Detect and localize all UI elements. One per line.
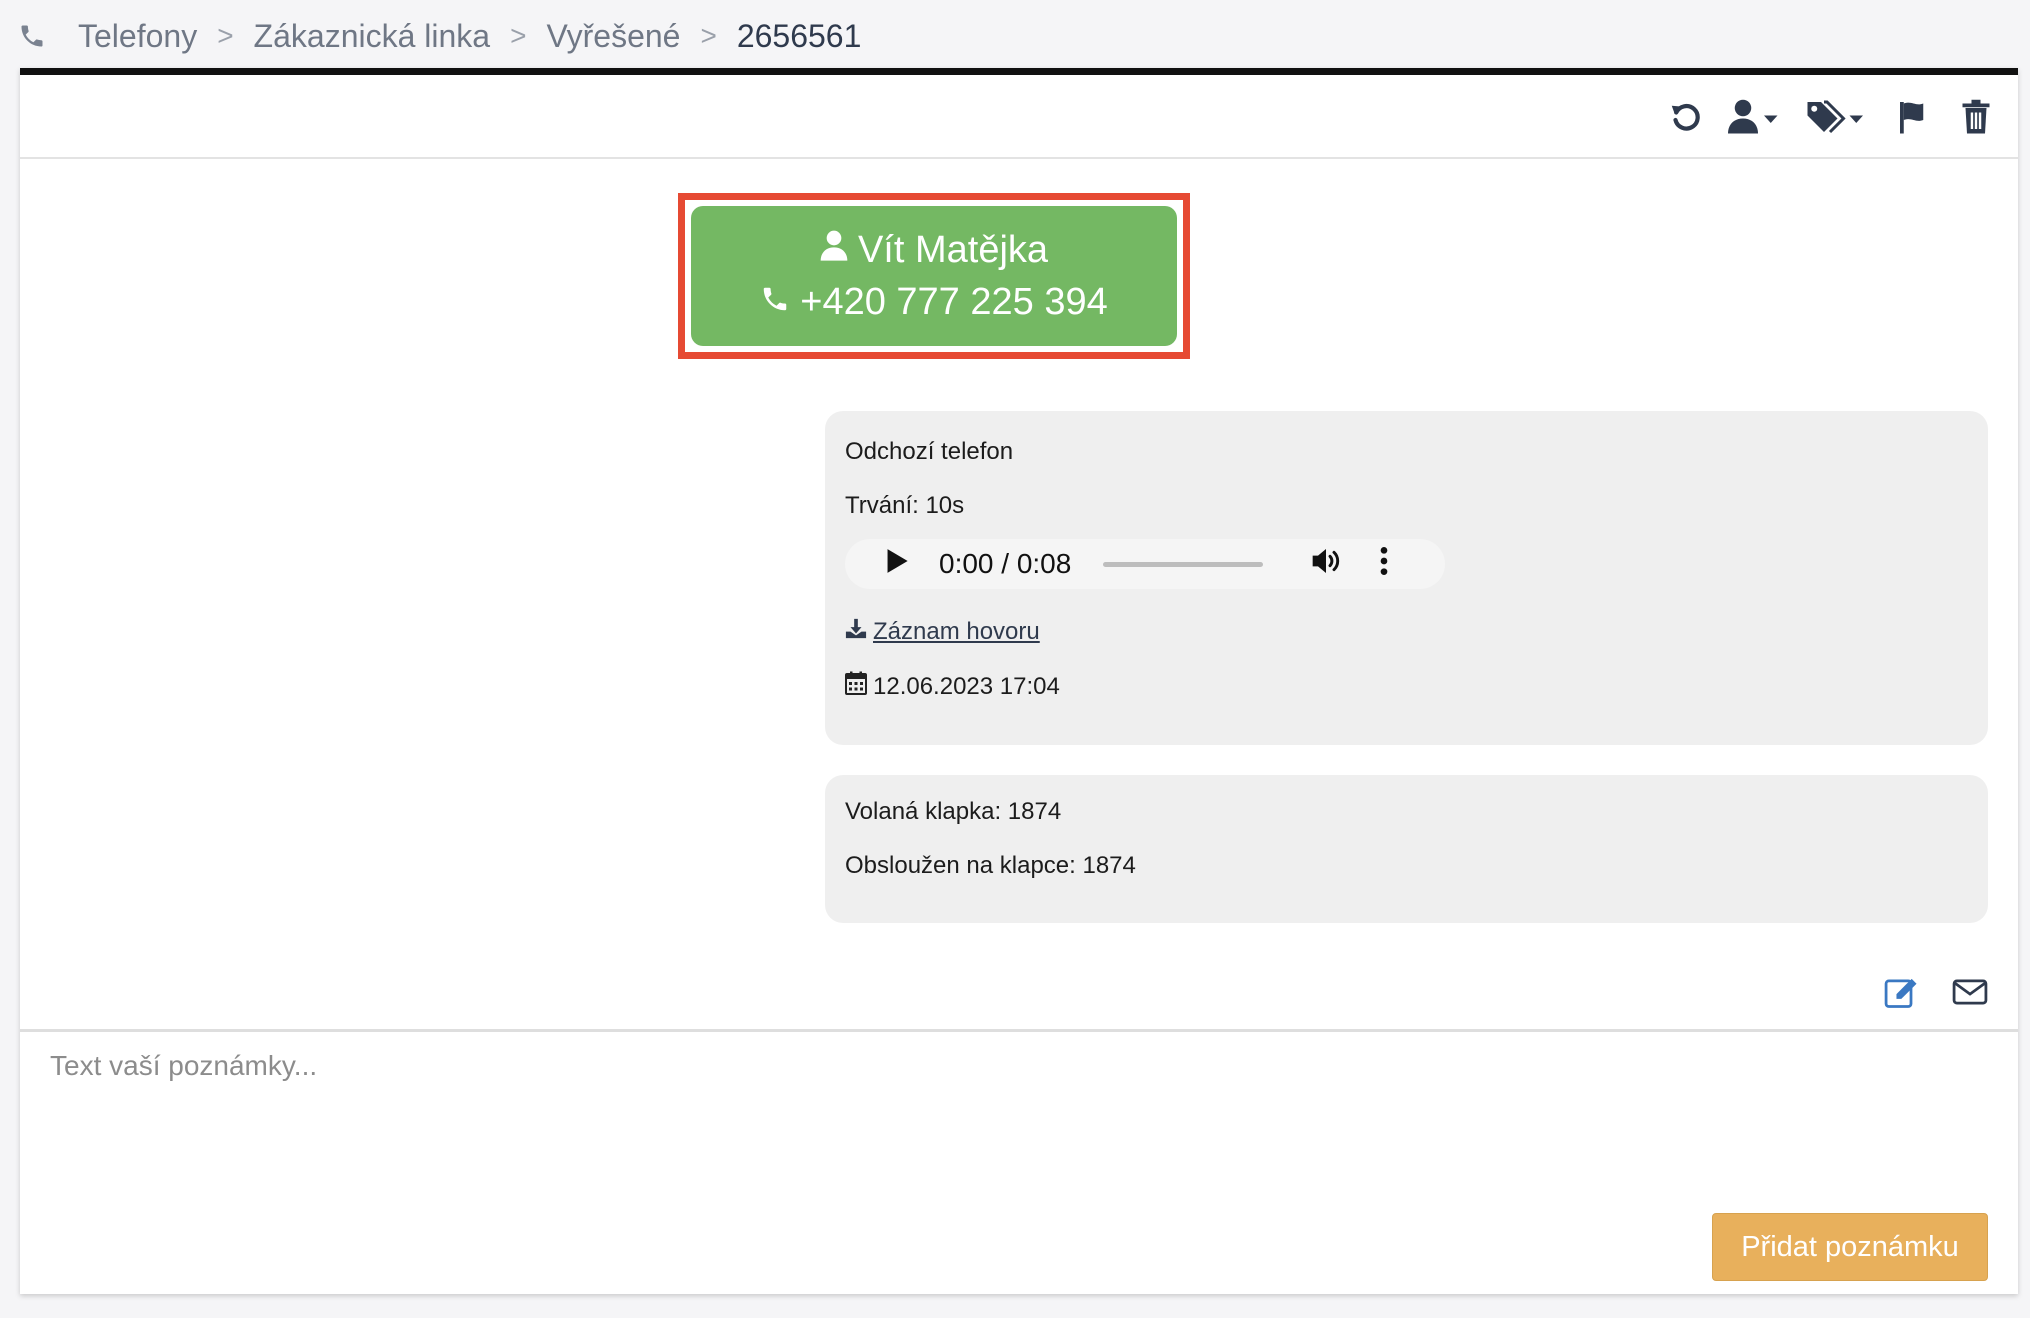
- contact-name: Vít Matějka: [857, 229, 1049, 271]
- call-duration: Trvání: 10s: [845, 492, 965, 519]
- tags-dropdown[interactable]: [1806, 97, 1866, 137]
- call-datetime-row: 12.06.2023 17:04: [845, 671, 1060, 702]
- add-note-button[interactable]: Přidat poznámku: [1712, 1213, 1988, 1281]
- envelope-icon: [1952, 979, 1988, 1013]
- tags-icon: [1806, 99, 1866, 135]
- extension-info-card: Volaná klapka: 1874 Obsloužen na klapce:…: [825, 775, 1988, 923]
- note-input[interactable]: [50, 1050, 1980, 1170]
- assign-user-icon: [1728, 99, 1782, 135]
- trash-icon: [1960, 99, 1992, 135]
- breadcrumb-item-vyresene[interactable]: Vyřešené: [546, 18, 680, 55]
- called-extension: Volaná klapka: 1874: [845, 798, 1062, 825]
- recording-link[interactable]: Záznam hovoru: [873, 618, 1040, 646]
- divider: [20, 1029, 2018, 1032]
- toolbar: [20, 75, 2018, 159]
- calendar-icon: [845, 671, 867, 702]
- breadcrumb: Telefony > Zákaznická linka > Vyřešené >…: [18, 12, 861, 60]
- download-icon: [845, 617, 867, 646]
- refresh-icon: [1668, 99, 1704, 135]
- phone-icon: [760, 276, 800, 328]
- contact-phone: +420 777 225 394: [800, 281, 1108, 323]
- breadcrumb-item-zakaznicka-linka[interactable]: Zákaznická linka: [254, 18, 491, 55]
- email-button[interactable]: [1952, 975, 1988, 1015]
- edit-icon: [1884, 978, 1920, 1013]
- breadcrumb-separator: >: [217, 20, 234, 51]
- refresh-button[interactable]: [1668, 97, 1704, 137]
- recording-download: Záznam hovoru: [845, 617, 1040, 646]
- call-type: Odchozí telefon: [845, 438, 1014, 465]
- breadcrumb-item-ticket-id: 2656561: [736, 17, 862, 54]
- assign-user-dropdown[interactable]: [1728, 97, 1782, 137]
- breadcrumb-separator: >: [510, 20, 527, 51]
- audio-time: 0:00 / 0:08: [939, 548, 1072, 579]
- user-icon: [820, 224, 858, 276]
- breadcrumb-item-telefony[interactable]: Telefony: [78, 18, 197, 55]
- call-info-card: Odchozí telefon Trvání: 10s 0:00 / 0:08 …: [825, 411, 1988, 745]
- flag-icon: [1896, 99, 1934, 135]
- served-extension: Obsloužen na klapce: 1874: [845, 852, 1136, 879]
- ticket-panel: Vít Matějka +420 777 225 394 Odchozí tel…: [20, 68, 2018, 1294]
- more-options-icon[interactable]: [1379, 545, 1389, 584]
- delete-button[interactable]: [1960, 97, 1992, 137]
- volume-icon[interactable]: [1309, 545, 1343, 584]
- flag-button[interactable]: [1896, 97, 1934, 137]
- audio-progress-slider[interactable]: [1103, 561, 1264, 567]
- phone-icon: [18, 22, 46, 50]
- audio-player: 0:00 / 0:08: [845, 539, 1445, 589]
- contact-button[interactable]: Vít Matějka +420 777 225 394: [691, 206, 1177, 346]
- play-icon[interactable]: [885, 548, 915, 581]
- edit-note-button[interactable]: [1884, 975, 1920, 1015]
- contact-highlight: Vít Matějka +420 777 225 394: [678, 193, 1190, 359]
- call-datetime: 12.06.2023 17:04: [873, 672, 1060, 700]
- breadcrumb-separator: >: [700, 20, 717, 51]
